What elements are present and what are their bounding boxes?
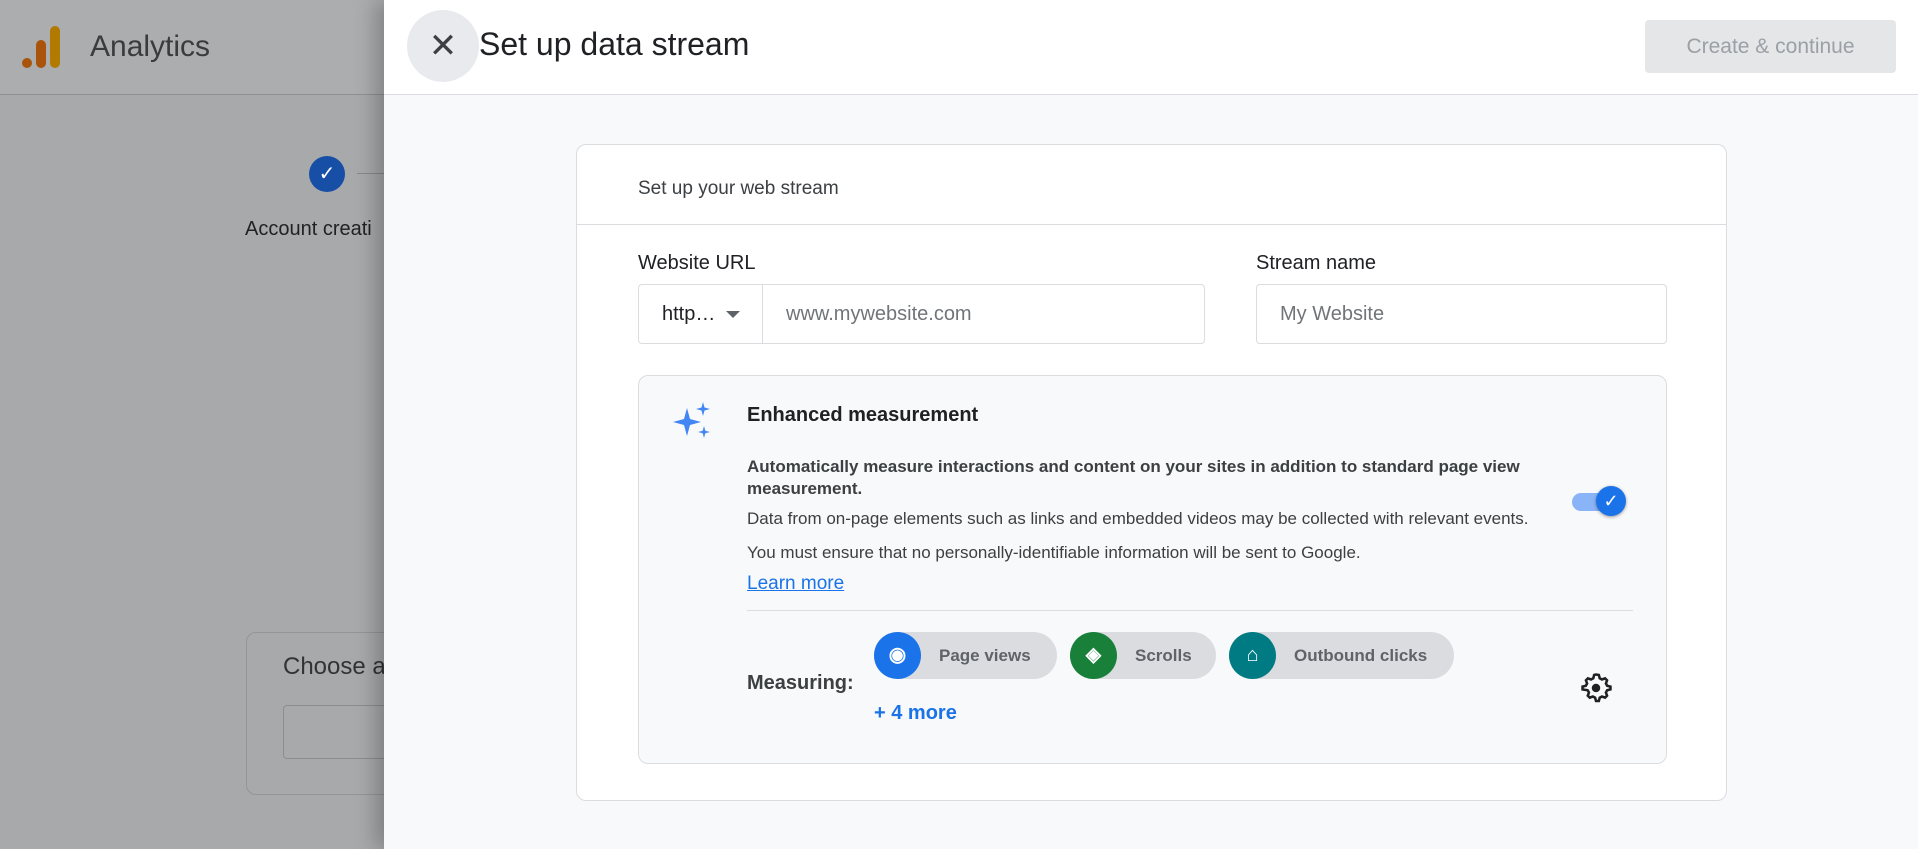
create-continue-button[interactable]: Create & continue [1645, 20, 1896, 73]
more-link[interactable]: + 4 more [874, 702, 957, 725]
eye-icon: ◉ [874, 632, 921, 679]
sparkle-icon [673, 402, 710, 438]
enhanced-title: Enhanced measurement [747, 404, 979, 426]
stream-name-label: Stream name [1256, 252, 1377, 274]
enhanced-measurement-toggle[interactable]: ✓ [1572, 485, 1628, 517]
dropdown-arrow-icon [726, 311, 740, 318]
close-button[interactable]: ✕ [407, 10, 479, 82]
enhanced-measurement-section: Enhanced measurement Automatically measu… [638, 375, 1667, 764]
card-title: Set up your web stream [638, 178, 839, 199]
chip-page-views: ◉ Page views [874, 632, 1057, 679]
step-complete-icon: ✓ [309, 156, 345, 192]
chip-label: Outbound clicks [1294, 646, 1428, 665]
web-stream-card: Set up your web stream Website URL Strea… [576, 144, 1727, 801]
divider [747, 610, 1633, 611]
app-name: Analytics [90, 30, 211, 63]
setup-data-stream-panel: ✕ Set up data stream Create & continue S… [384, 0, 1918, 849]
scroll-icon: ◈ [1070, 632, 1117, 679]
mouse-icon: ⌂ [1229, 632, 1276, 679]
chip-label: Scrolls [1135, 646, 1192, 665]
website-url-input[interactable]: www.mywebsite.com [762, 284, 1205, 344]
website-url-label: Website URL [638, 252, 756, 274]
protocol-select[interactable]: http… [638, 284, 763, 344]
panel-header: ✕ Set up data stream Create & continue [384, 0, 1918, 95]
gear-icon[interactable] [1579, 671, 1613, 705]
learn-more-link[interactable]: Learn more [747, 573, 844, 594]
divider [577, 224, 1726, 225]
check-icon: ✓ [1596, 486, 1626, 516]
chip-label: Page views [939, 646, 1031, 665]
choose-label: Choose a [283, 653, 386, 680]
step-label: Account creati [245, 218, 372, 240]
enhanced-desc: Data from on-page elements such as links… [747, 509, 1529, 562]
measuring-label: Measuring: [747, 672, 854, 694]
chip-outbound-clicks: ⌂ Outbound clicks [1229, 632, 1454, 679]
enhanced-bold-desc: Automatically measure interactions and c… [747, 457, 1520, 498]
chip-scrolls: ◈ Scrolls [1070, 632, 1216, 679]
enhanced-description: Automatically measure interactions and c… [747, 456, 1557, 598]
protocol-value: http… [662, 303, 716, 325]
analytics-logo-icon [22, 26, 60, 68]
stream-name-input[interactable]: My Website [1256, 284, 1667, 344]
panel-title: Set up data stream [479, 26, 750, 62]
